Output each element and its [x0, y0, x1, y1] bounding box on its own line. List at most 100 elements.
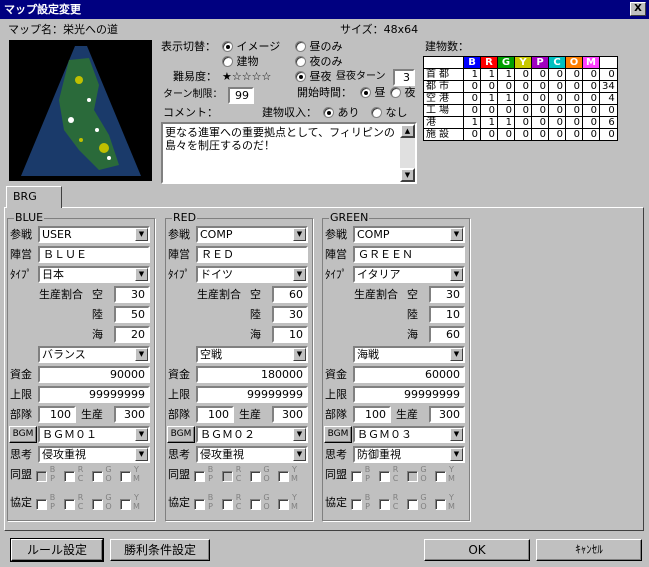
funds-field[interactable]: 60000: [353, 366, 465, 383]
coop-checkbox[interactable]: [194, 499, 205, 510]
building-count: 0: [463, 128, 481, 141]
coop-checkbox[interactable]: [435, 499, 446, 510]
alliance-checkbox[interactable]: [36, 471, 47, 482]
coop-checkbox[interactable]: [222, 499, 233, 510]
ai-select[interactable]: 侵攻重視 ▼: [38, 446, 150, 463]
ally-letter: B: [207, 465, 214, 474]
limit-field[interactable]: 99999999: [196, 386, 308, 403]
coop-checkbox[interactable]: [120, 499, 131, 510]
start-day-radio[interactable]: 昼: [360, 86, 386, 100]
scroll-up-icon[interactable]: ▲: [400, 124, 415, 138]
income-no-radio[interactable]: なし: [371, 106, 408, 120]
type-select[interactable]: ドイツ ▼: [196, 266, 308, 283]
strategy-select[interactable]: バランス ▼: [38, 346, 150, 363]
units-field[interactable]: 100: [353, 406, 391, 423]
faction-name-field[interactable]: ＲＥＤ: [196, 246, 308, 263]
coop-checkbox[interactable]: [36, 499, 47, 510]
bgm-select[interactable]: ＢＧＭ０３ ▼: [353, 426, 465, 443]
alliance-checkbox[interactable]: [278, 471, 289, 482]
display-night-radio[interactable]: 夜のみ: [295, 55, 343, 69]
land-ratio-field[interactable]: 10: [429, 306, 465, 323]
ai-select[interactable]: 防御重視 ▼: [353, 446, 465, 463]
units-field[interactable]: 100: [196, 406, 234, 423]
alliance-checkbox[interactable]: [407, 471, 418, 482]
coop-checkbox[interactable]: [64, 499, 75, 510]
start-night-radio[interactable]: 夜: [390, 86, 416, 100]
type-select[interactable]: イタリア ▼: [353, 266, 465, 283]
faction-name-field[interactable]: ＢＬＵＥ: [38, 246, 150, 263]
strategy-select-value: 空戦: [200, 348, 222, 361]
funds-field[interactable]: 90000: [38, 366, 150, 383]
limit-field[interactable]: 99999999: [38, 386, 150, 403]
air-ratio-field[interactable]: 30: [429, 286, 465, 303]
alliance-checkbox[interactable]: [120, 471, 131, 482]
strategy-select[interactable]: 空戦 ▼: [196, 346, 308, 363]
participation-select[interactable]: COMP ▼: [196, 226, 308, 243]
limit-field[interactable]: 99999999: [353, 386, 465, 403]
building-count: 0: [514, 116, 532, 129]
production-field[interactable]: 300: [114, 406, 150, 423]
display-day-radio[interactable]: 昼のみ: [295, 40, 343, 54]
alliance-checkbox[interactable]: [222, 471, 233, 482]
bgm-button[interactable]: BGM: [9, 426, 37, 443]
coop-checkbox[interactable]: [379, 499, 390, 510]
bgm-select[interactable]: ＢＧＭ０２ ▼: [196, 426, 308, 443]
display-day-label: 昼のみ: [309, 40, 343, 53]
sea-ratio-field[interactable]: 10: [272, 326, 308, 343]
sea-ratio-field[interactable]: 20: [114, 326, 150, 343]
participation-select[interactable]: USER ▼: [38, 226, 150, 243]
faction-name-field[interactable]: ＧＲＥＥＮ: [353, 246, 465, 263]
comment-scrollbar[interactable]: ▲ ▼: [400, 124, 415, 182]
bgm-button[interactable]: BGM: [324, 426, 352, 443]
alliance-checkbox[interactable]: [92, 471, 103, 482]
alliance-checkbox[interactable]: [194, 471, 205, 482]
daynight-radio[interactable]: 昼夜: [295, 70, 332, 84]
air-ratio-field[interactable]: 30: [114, 286, 150, 303]
faction-header: R: [480, 56, 498, 69]
turn-limit-field[interactable]: 99: [228, 87, 254, 104]
building-count: 0: [463, 80, 481, 93]
funds-field[interactable]: 180000: [196, 366, 308, 383]
type-select[interactable]: 日本 ▼: [38, 266, 150, 283]
coop-checkbox[interactable]: [407, 499, 418, 510]
income-yes-radio[interactable]: あり: [323, 106, 360, 120]
building-count: 0: [497, 80, 515, 93]
close-button[interactable]: X: [630, 2, 646, 16]
participation-select[interactable]: COMP ▼: [353, 226, 465, 243]
building-count: 0: [565, 116, 583, 129]
ai-select[interactable]: 侵攻重視 ▼: [196, 446, 308, 463]
land-ratio-field[interactable]: 30: [272, 306, 308, 323]
victory-conditions-button[interactable]: 勝利条件設定: [110, 539, 210, 561]
land-ratio-field[interactable]: 50: [114, 306, 150, 323]
ally-letter: O: [263, 502, 270, 511]
alliance-checkbox[interactable]: [351, 471, 362, 482]
building-count: 1: [480, 68, 498, 81]
bgm-button[interactable]: BGM: [167, 426, 195, 443]
coop-checkbox[interactable]: [92, 499, 103, 510]
ok-button[interactable]: OK: [424, 539, 530, 561]
scroll-down-icon[interactable]: ▼: [400, 168, 415, 182]
rule-settings-button[interactable]: ルール設定: [10, 538, 104, 562]
sea-ratio-field[interactable]: 60: [429, 326, 465, 343]
coop-checkbox[interactable]: [250, 499, 261, 510]
coop-checkbox[interactable]: [278, 499, 289, 510]
alliance-checkbox[interactable]: [250, 471, 261, 482]
difficulty-stars[interactable]: ★☆☆☆☆: [222, 70, 271, 84]
units-field[interactable]: 100: [38, 406, 76, 423]
coop-checkbox[interactable]: [351, 499, 362, 510]
alliance-checkbox[interactable]: [379, 471, 390, 482]
tab-brg[interactable]: BRG: [6, 186, 62, 208]
air-ratio-field[interactable]: 60: [272, 286, 308, 303]
production-label: 生産: [239, 408, 261, 421]
alliance-checkbox[interactable]: [64, 471, 75, 482]
strategy-select[interactable]: 海戦 ▼: [353, 346, 465, 363]
bgm-select[interactable]: ＢＧＭ０１ ▼: [38, 426, 150, 443]
comment-textarea[interactable]: 更なる進軍への重要拠点として、フィリピンの島々を制圧するのだ！ ▲ ▼: [161, 122, 417, 184]
production-field[interactable]: 300: [272, 406, 308, 423]
cancel-button[interactable]: ｷｬﾝｾﾙ: [536, 539, 642, 561]
alliance-checkbox[interactable]: [435, 471, 446, 482]
display-building-radio[interactable]: 建物: [222, 55, 259, 69]
display-image-radio[interactable]: イメージ: [222, 40, 280, 54]
production-field[interactable]: 300: [429, 406, 465, 423]
daynight-turn-field[interactable]: 3: [393, 69, 415, 86]
